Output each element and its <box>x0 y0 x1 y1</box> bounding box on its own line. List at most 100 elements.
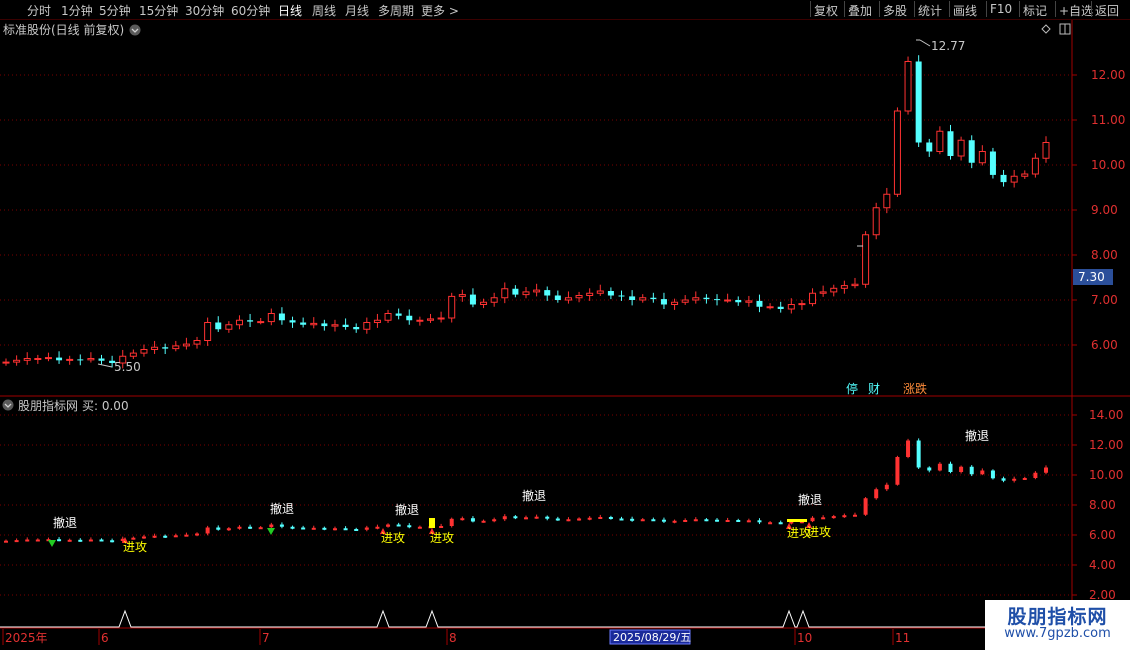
candle-body <box>777 306 784 309</box>
indicator-bar <box>852 514 857 517</box>
candle-body <box>692 297 700 301</box>
candle-body <box>458 294 466 297</box>
indicator-bar <box>110 540 115 543</box>
indicator-bar <box>14 540 19 543</box>
indicator-bar <box>35 539 40 542</box>
indicator-bar <box>67 539 72 542</box>
indicator-axis-label: 8.00 <box>1089 498 1116 512</box>
indicator-bar <box>990 470 995 479</box>
high-price-label: 12.77 <box>931 39 965 53</box>
indicator-bar <box>746 520 751 523</box>
indicator-bar <box>375 526 380 529</box>
retreat-label: 撤退 <box>965 428 989 443</box>
candle-body <box>1021 173 1029 177</box>
indicator-bar <box>619 518 624 521</box>
candle-body <box>957 139 965 157</box>
indicator-bar <box>396 524 401 527</box>
candle-body <box>87 358 95 361</box>
price-axis-label: 8.00 <box>1091 248 1118 262</box>
candle-body <box>182 343 190 347</box>
candle-body <box>300 322 307 325</box>
attack-label: 进攻 <box>381 531 405 545</box>
indicator-bar <box>141 536 146 539</box>
indicator-menu-icon[interactable] <box>2 399 14 411</box>
indicator-bar <box>470 518 475 522</box>
indicator-axis-label: 4.00 <box>1089 558 1116 572</box>
price-axis-label: 7.00 <box>1091 293 1118 307</box>
indicator-bar <box>969 466 974 475</box>
retreat-label: 撤退 <box>270 501 294 516</box>
candle-body <box>77 359 84 361</box>
indicator-bar <box>269 524 274 528</box>
indicator-bar <box>290 526 295 529</box>
candle-body <box>129 352 137 357</box>
candle-body <box>544 290 551 296</box>
limit-marker[interactable]: 涨跌 <box>903 381 927 396</box>
attack-label: 进攻 <box>123 540 147 554</box>
candle-body <box>66 358 74 361</box>
diamond-icon[interactable] <box>1041 24 1051 34</box>
indicator-bar <box>906 440 911 457</box>
indicator-bar <box>895 457 900 485</box>
candle-body <box>714 299 721 301</box>
candle-body <box>501 288 509 299</box>
candle-body <box>629 296 636 300</box>
indicator-bar <box>99 539 104 542</box>
indicator-bar <box>725 520 730 522</box>
indicator-bar <box>226 528 231 531</box>
arrow-down-icon <box>48 540 56 547</box>
indicator-axis-label: 12.00 <box>1089 438 1123 452</box>
date-label: 6 <box>101 631 109 645</box>
watermark-url: www.7gpzb.com <box>1004 626 1111 641</box>
candle-body <box>1042 142 1050 159</box>
date-label: 11 <box>895 631 910 645</box>
candle-body <box>98 358 105 361</box>
candle-body <box>23 358 31 361</box>
indicator-bar <box>78 539 83 542</box>
candle-body <box>840 285 848 289</box>
candle-body <box>225 324 233 330</box>
indicator-bar <box>683 520 688 522</box>
high-marker-line <box>916 39 931 47</box>
candle-body <box>607 291 614 296</box>
candle-body <box>618 295 625 297</box>
candle-body <box>787 304 795 310</box>
indicator-bar <box>205 527 210 534</box>
candlestick-series <box>2 55 1050 369</box>
indicator-bar <box>460 518 465 521</box>
indicator-bar <box>163 535 168 538</box>
candle-body <box>915 61 922 143</box>
indicator-bar <box>736 520 741 522</box>
price-axis-label: 11.00 <box>1091 113 1125 127</box>
candle-body <box>384 313 392 321</box>
attack-label: 进攻 <box>430 531 454 545</box>
main-panel-title: 标准股份(日线 前复权) <box>3 22 124 37</box>
halt-marker[interactable]: 停 <box>846 381 858 396</box>
candle-body <box>215 322 222 330</box>
indicator-bar <box>693 519 698 522</box>
candle-body <box>989 151 996 175</box>
candle-body <box>44 357 52 360</box>
candle-body <box>851 283 859 287</box>
indicator-bar <box>715 519 720 522</box>
indicator-bar <box>322 527 327 530</box>
indicator-bar <box>57 539 62 542</box>
candle-body <box>893 110 901 195</box>
indicator-bar <box>492 519 497 522</box>
low-price-label: 5.50 <box>114 360 141 374</box>
candle-body <box>650 297 657 300</box>
indicator-bar <box>25 539 30 542</box>
candle-body <box>978 151 986 164</box>
indicator-bar <box>88 539 93 542</box>
indicator-bar <box>4 540 8 543</box>
candle-body <box>926 142 933 152</box>
indicator-bar <box>598 517 603 519</box>
finance-marker[interactable]: 财 <box>868 382 880 396</box>
indicator-bar <box>152 535 157 538</box>
indicator-bar <box>704 519 709 522</box>
candle-body <box>575 295 583 299</box>
candle-body <box>13 359 21 363</box>
indicator-axis-label: 14.00 <box>1089 408 1123 422</box>
main-panel-menu-icon[interactable] <box>129 24 141 36</box>
candle-body <box>512 288 519 295</box>
